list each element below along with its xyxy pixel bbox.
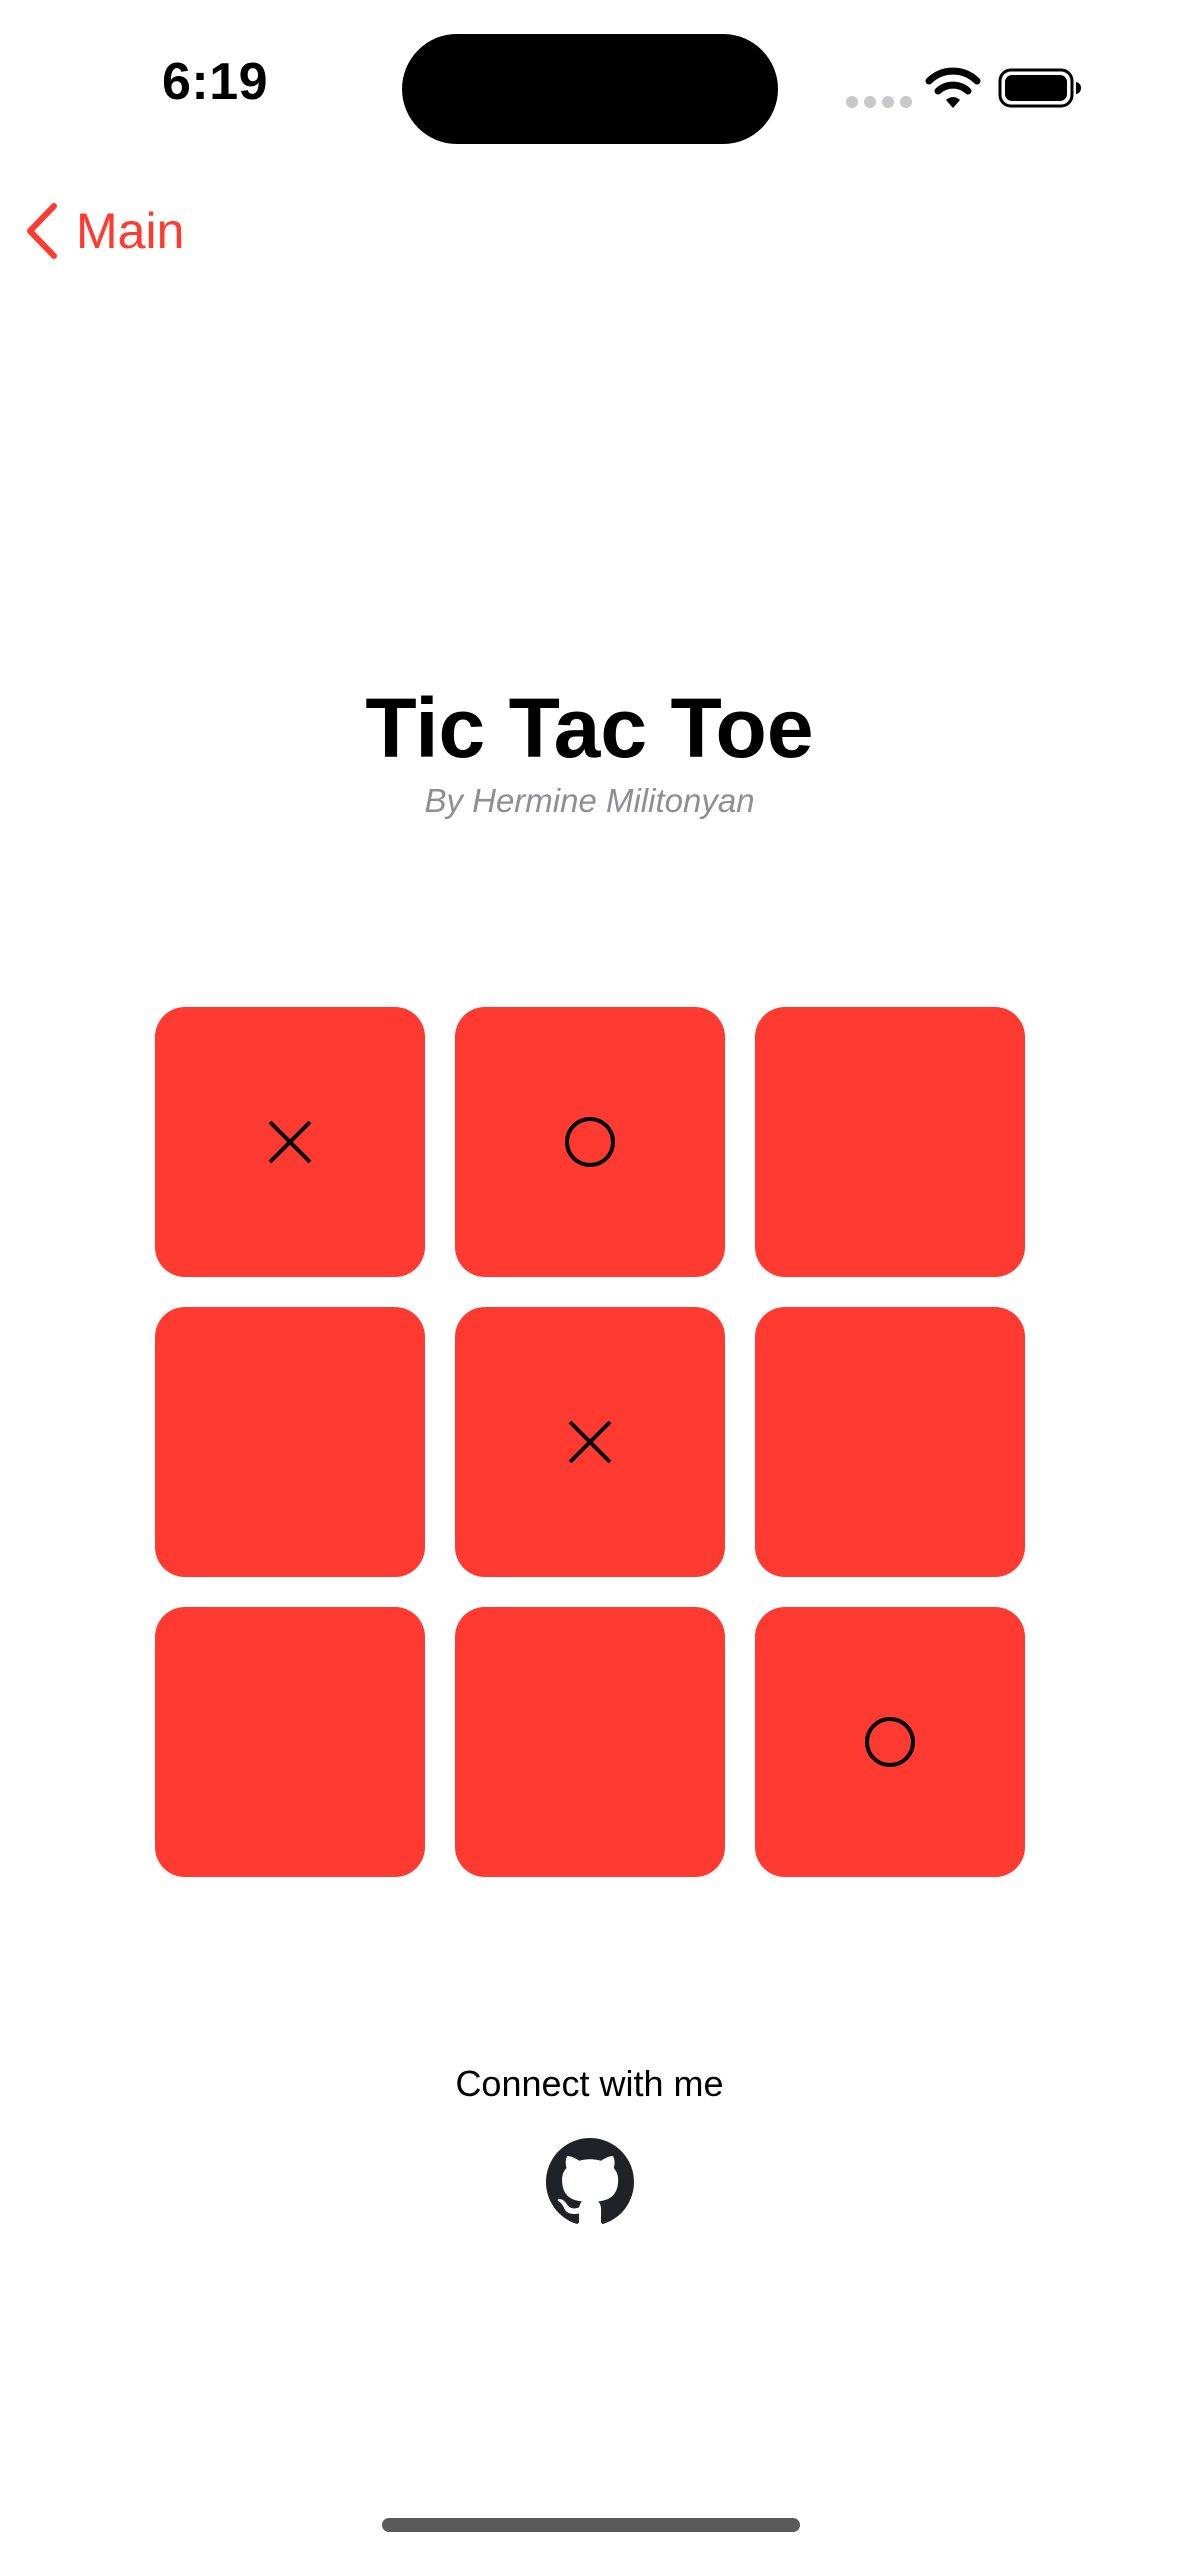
board-cell[interactable] <box>455 1307 725 1577</box>
board-cell[interactable] <box>455 1607 725 1877</box>
back-button[interactable]: Main <box>22 196 184 266</box>
connect-label: Connect with me <box>455 2063 724 2104</box>
o-mark-icon <box>865 1717 915 1767</box>
back-label: Main <box>76 203 185 259</box>
status-time: 6:19 <box>162 53 269 111</box>
x-mark-icon <box>568 1420 612 1464</box>
board-cell[interactable] <box>755 1307 1025 1577</box>
wifi-icon <box>925 67 981 108</box>
author-subtitle: By Hermine Militonyan <box>424 782 755 819</box>
battery-icon <box>998 68 1081 108</box>
board-cell[interactable] <box>455 1007 725 1277</box>
github-icon[interactable] <box>546 2138 634 2226</box>
x-mark-icon <box>268 1120 312 1164</box>
chevron-left-icon <box>27 203 57 259</box>
board-cell[interactable] <box>155 1307 425 1577</box>
o-mark-icon <box>565 1117 615 1167</box>
page-title: Tic Tac Toe <box>365 681 814 775</box>
board-cell[interactable] <box>155 1007 425 1277</box>
home-indicator <box>382 2518 800 2532</box>
game-board <box>155 1007 1026 1877</box>
board-cell[interactable] <box>155 1607 425 1877</box>
board-cell[interactable] <box>755 1007 1025 1277</box>
cellular-dots-icon <box>846 96 912 108</box>
dynamic-island <box>402 34 778 144</box>
board-cell[interactable] <box>755 1607 1025 1877</box>
